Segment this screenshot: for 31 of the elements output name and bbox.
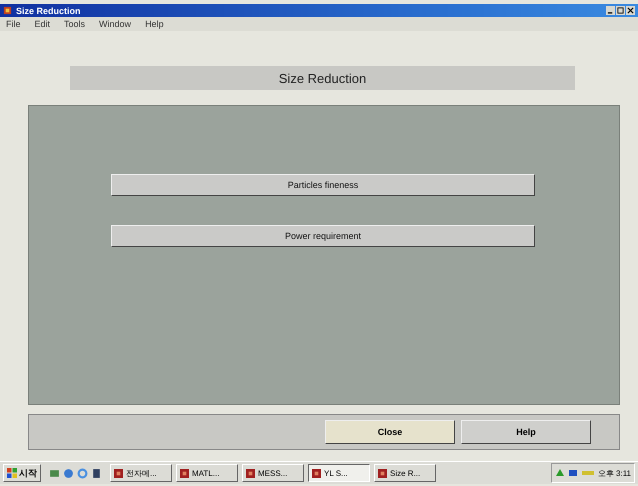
maximize-button[interactable] xyxy=(616,6,625,15)
window-title: Size Reduction xyxy=(16,6,81,16)
taskbar-button[interactable]: YL S... xyxy=(308,464,370,482)
app-icon xyxy=(180,468,189,478)
menu-item[interactable]: Help xyxy=(145,19,164,29)
taskbar-button[interactable]: 전자메... xyxy=(110,464,172,482)
taskbar-button[interactable]: MESS... xyxy=(242,464,304,482)
close-button[interactable] xyxy=(626,6,635,15)
start-button[interactable]: 시작 xyxy=(3,464,41,482)
app-icon xyxy=(312,468,321,478)
app-icon xyxy=(3,6,12,15)
four-squares-icon xyxy=(7,468,17,478)
app-icon xyxy=(378,468,387,478)
option-button[interactable]: Particles fineness xyxy=(111,174,535,196)
app-icon xyxy=(246,468,255,478)
header-bar: Size Reduction xyxy=(70,66,575,90)
app-icon xyxy=(114,468,123,478)
taskbar-button[interactable]: Size R... xyxy=(374,464,436,482)
close-icon xyxy=(627,7,634,14)
dialog-button[interactable]: Help xyxy=(461,420,591,444)
menu-item[interactable]: File xyxy=(6,19,21,29)
clock: 오후 3:11 xyxy=(598,468,631,478)
maximize-icon xyxy=(617,7,624,14)
option-button[interactable]: Power requirement xyxy=(111,225,535,247)
menu-item[interactable]: Window xyxy=(99,19,132,29)
taskbar-button[interactable]: MATL... xyxy=(176,464,238,482)
monitor-icon[interactable] xyxy=(568,468,578,478)
minimize-button[interactable] xyxy=(606,6,615,15)
menu-item[interactable]: Tools xyxy=(64,19,86,29)
dialog-button[interactable]: Close xyxy=(325,420,455,444)
menu-item[interactable]: Edit xyxy=(34,19,50,29)
